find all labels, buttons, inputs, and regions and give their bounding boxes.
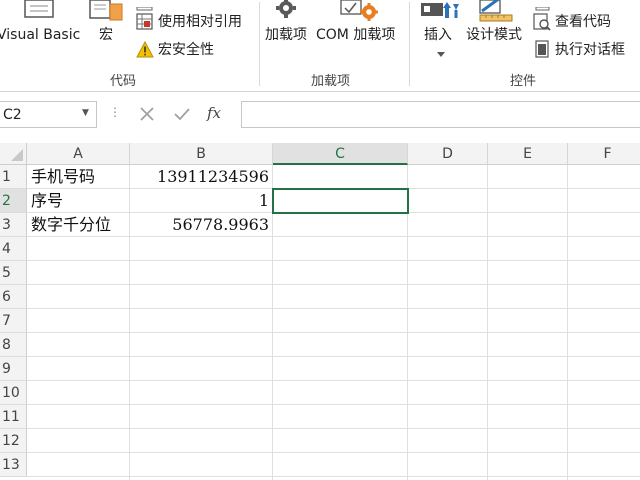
cell-b3[interactable]: 56778.9963 [130,213,272,237]
gridline [27,356,640,357]
warning-icon [136,40,154,58]
gridline [27,428,640,429]
select-all-icon [11,149,23,161]
formula-input[interactable] [241,101,640,128]
spreadsheet-grid[interactable]: A B C D E F 1 2 3 4 5 6 7 8 9 10 11 12 1… [0,143,640,480]
visual-basic-icon[interactable] [22,0,56,20]
design-mode-icon[interactable] [478,0,514,22]
group-label-controls: 控件 [510,74,537,89]
gridline [27,308,640,309]
row-header[interactable]: 11 [0,405,27,429]
insert-controls-button[interactable]: 插入 [424,27,452,43]
checkmark-icon [174,108,190,121]
name-box[interactable]: C2 ▼ [0,101,97,128]
row-header[interactable]: 2 [0,189,27,213]
group-separator [259,2,260,86]
com-add-ins-icon[interactable] [340,0,380,22]
cancel-entry-button[interactable] [136,103,158,125]
row-header[interactable]: 4 [0,237,27,261]
chevron-down-icon[interactable]: ▼ [82,108,89,118]
formula-bar: C2 ▼ ⋮ fx [0,99,640,133]
row-header[interactable]: 13 [0,453,27,477]
column-header-b[interactable]: B [130,143,273,165]
relative-references-icon[interactable] [136,13,154,31]
gear-icon[interactable] [275,0,297,20]
group-label-add-ins: 加载项 [311,74,351,89]
cell-a2[interactable]: 序号 [27,189,129,213]
group-separator [409,2,410,86]
row-header[interactable]: 8 [0,333,27,357]
run-dialog-button[interactable]: 执行对话框 [555,42,625,58]
com-add-ins-button[interactable]: COM 加载项 [316,27,395,43]
gridline [27,380,640,381]
row-header[interactable]: 9 [0,357,27,381]
name-box-value: C2 [3,107,22,123]
column-header-e[interactable]: E [488,143,568,165]
row-header[interactable]: 5 [0,261,27,285]
select-all-button[interactable] [0,143,27,165]
cell-a3[interactable]: 数字千分位 [27,213,129,237]
row-header[interactable]: 1 [0,165,27,189]
column-header-c[interactable]: C [273,143,408,165]
row-header[interactable]: 12 [0,429,27,453]
macros-button[interactable]: 宏 [99,27,113,43]
macro-security-button[interactable]: 宏安全性 [158,42,214,58]
row-header[interactable]: 7 [0,309,27,333]
cell-b1[interactable]: 13911234596 [130,165,272,189]
group-label-code: 代码 [110,74,137,89]
visual-basic-button[interactable]: Visual Basic [0,27,80,43]
gridline [27,476,640,477]
add-ins-button[interactable]: 加载项 [265,27,307,43]
close-icon [140,107,154,121]
gridline [27,332,640,333]
row-header[interactable]: 3 [0,213,27,237]
gridline [27,260,640,261]
gridline [27,452,640,453]
column-header-a[interactable]: A [27,143,130,165]
design-mode-button[interactable]: 设计模式 [466,27,522,43]
use-relative-references-button[interactable]: 使用相对引用 [158,14,242,30]
insert-function-button[interactable]: fx [207,104,221,122]
column-header-f[interactable]: F [568,143,640,165]
insert-controls-icon[interactable] [420,0,462,22]
formula-bar-grip-icon[interactable]: ⋮ [109,105,121,119]
gridline [27,404,640,405]
properties-top-icon [535,0,551,11]
chevron-down-icon[interactable] [437,47,445,57]
view-code-icon[interactable] [533,13,551,31]
row-header[interactable]: 10 [0,381,27,405]
active-cell-selection[interactable] [272,188,409,214]
relative-references-top-icon [136,0,154,11]
cell-a1[interactable]: 手机号码 [27,165,129,189]
row-header[interactable]: 6 [0,285,27,309]
view-code-button[interactable]: 查看代码 [555,14,611,30]
ribbon-developer-tab: Visual Basic 宏 使用相对引用 宏安全性 代码 加载项 COM 加载… [0,0,640,92]
confirm-entry-button[interactable] [171,103,193,125]
column-header-d[interactable]: D [408,143,488,165]
macros-icon[interactable] [88,0,126,22]
gridline [27,284,640,285]
run-dialog-icon[interactable] [533,40,551,58]
cell-b2[interactable]: 1 [130,189,272,213]
